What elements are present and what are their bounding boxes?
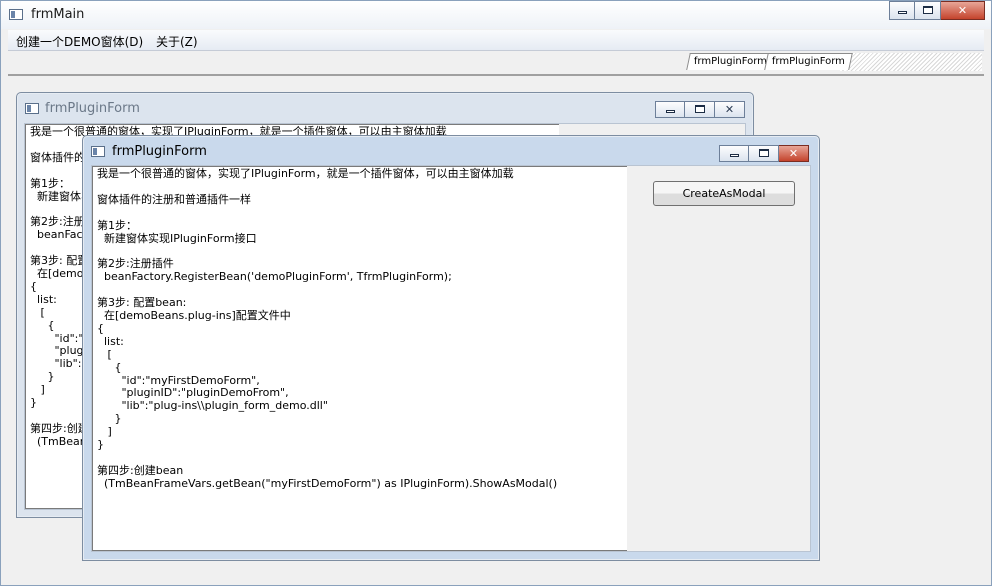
memo-line: 在[demoBeans.plug-ins]配置文件中 <box>97 308 291 322</box>
create-as-modal-button[interactable]: CreateAsModal <box>653 181 795 206</box>
close-icon: ✕ <box>724 103 735 116</box>
memo-line <box>97 452 624 465</box>
maximize-button[interactable] <box>915 1 941 20</box>
plugin-form-window-front[interactable]: frmPluginForm ✕ 我是一个很普通的窗体，实现了IPluginFor… <box>82 135 820 561</box>
minimize-icon <box>897 11 907 14</box>
close-icon: ✕ <box>788 147 799 160</box>
minimize-icon <box>729 154 739 157</box>
memo-line <box>97 181 624 194</box>
tab-strip-background <box>840 53 982 71</box>
memo-line: 第四步:创建bean <box>97 463 184 477</box>
memo-line: } <box>97 438 104 452</box>
close-icon: ✕ <box>957 4 968 17</box>
maximize-icon <box>758 149 769 157</box>
back-maximize-button[interactable] <box>685 101 715 118</box>
menu-create-demo-form[interactable]: 创建一个DEMO窗体(D) <box>16 33 143 50</box>
menu-about[interactable]: 关于(Z) <box>156 33 198 50</box>
main-titlebar[interactable]: frmMain ✕ <box>1 1 991 29</box>
memo-line: "lib":"plug-ins\\plugin_form_demo.dll" <box>97 399 328 413</box>
memo-line: 新建窗体实现IPluginForm接口 <box>97 231 257 245</box>
memo-line: beanFactory.RegisterBean('demoPluginForm… <box>97 270 452 284</box>
window-icon <box>91 146 105 157</box>
memo-line: [ <box>97 347 112 361</box>
memo-line: ] <box>97 425 112 439</box>
tab-frmpluginform-1[interactable]: frmPluginForm <box>686 53 775 70</box>
maximize-icon <box>694 105 705 113</box>
minimize-icon <box>665 110 675 113</box>
menu-bar: 创建一个DEMO窗体(D) 关于(Z) <box>8 30 984 51</box>
tab-frmpluginform-2[interactable]: frmPluginForm <box>764 53 853 70</box>
maximize-icon <box>922 6 933 14</box>
plugin-form-front-title: frmPluginForm <box>112 144 207 159</box>
main-window-title: frmMain <box>31 7 85 22</box>
plugin-form-front-body: 我是一个很普通的窗体，实现了IPluginForm，就是一个插件窗体，可以由主窗… <box>91 165 811 552</box>
memo-line: list: <box>97 334 124 348</box>
close-button[interactable]: ✕ <box>941 1 985 20</box>
plugin-form-front-panel: CreateAsModal <box>627 166 810 551</box>
memo-line <box>97 207 624 220</box>
memo-line <box>97 245 624 258</box>
memo-line: 第1步： <box>97 218 137 232</box>
minimize-button[interactable] <box>889 1 915 20</box>
memo-line: 我是一个很普通的窗体，实现了IPluginForm，就是一个插件窗体，可以由主窗… <box>97 167 514 180</box>
mdi-tab-strip: frmPluginForm frmPluginForm <box>8 52 984 76</box>
memo-line: } <box>97 412 122 426</box>
back-close-button[interactable]: ✕ <box>715 101 745 118</box>
plugin-form-back-title: frmPluginForm <box>45 101 140 116</box>
memo-line: 窗体插件的注册和普通插件一样 <box>97 192 251 206</box>
window-icon <box>25 103 39 114</box>
memo-line: { <box>97 321 104 335</box>
front-maximize-button[interactable] <box>749 145 779 162</box>
memo-line: { <box>97 360 122 374</box>
plugin-form-front-memo[interactable]: 我是一个很普通的窗体，实现了IPluginForm，就是一个插件窗体，可以由主窗… <box>92 166 629 551</box>
plugin-form-front-titlebar[interactable]: frmPluginForm ✕ <box>83 136 819 164</box>
plugin-form-back-titlebar[interactable]: frmPluginForm ✕ <box>17 93 753 121</box>
memo-line: (TmBeanFrameVars.getBean("myFirstDemoFor… <box>97 476 558 490</box>
front-close-button[interactable]: ✕ <box>779 145 809 162</box>
back-minimize-button[interactable] <box>655 101 685 118</box>
front-minimize-button[interactable] <box>719 145 749 162</box>
window-icon <box>9 9 23 20</box>
